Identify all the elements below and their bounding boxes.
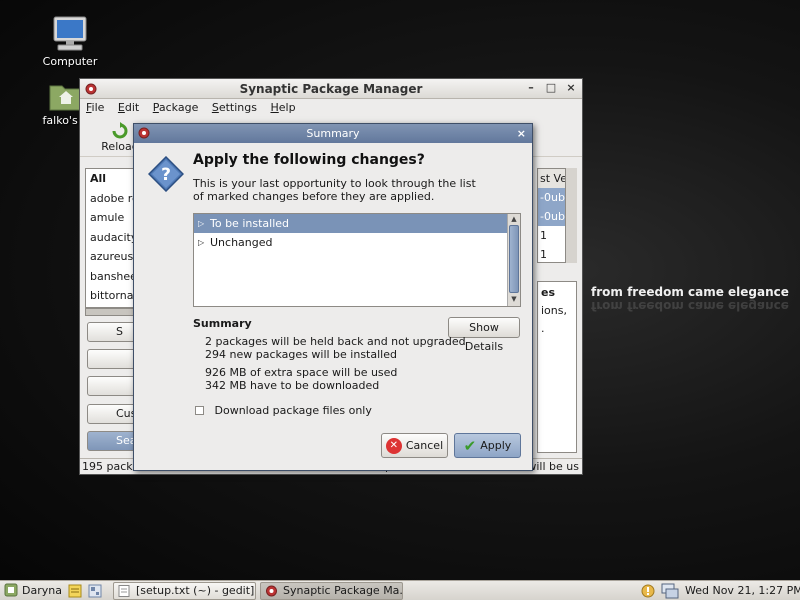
maximize-button[interactable]: □	[544, 81, 558, 95]
menu-help[interactable]: Help	[270, 101, 295, 114]
summary-download-size: 342 MB have to be downloaded	[205, 379, 380, 392]
filter-item[interactable]: azureus	[86, 247, 138, 267]
desktop-icon-computer[interactable]: Computer	[30, 15, 110, 68]
dialog-title: Summary	[306, 127, 360, 140]
filter-item[interactable]: adobe re	[86, 189, 138, 209]
menu-file[interactable]: File	[86, 101, 104, 114]
status-button[interactable]	[87, 349, 137, 369]
summary-heading: Summary	[193, 317, 252, 330]
task-label: [setup.txt (~) - gedit]	[136, 584, 255, 597]
synaptic-app-icon	[138, 127, 150, 139]
workspace-switcher-icon[interactable]	[88, 584, 102, 598]
description-panel: es ions, .	[537, 281, 577, 453]
reload-icon	[112, 122, 128, 139]
scroll-down-arrow-icon[interactable]: ▼	[508, 294, 520, 304]
cancel-icon: ✕	[385, 438, 402, 454]
apply-label: Apply	[480, 439, 512, 452]
description-line: .	[541, 322, 545, 335]
taskbar: Daryna [setup.txt (~) - gedit] Synaptic …	[0, 580, 800, 600]
close-button[interactable]: ×	[564, 81, 578, 95]
tree-row-label: To be installed	[210, 217, 289, 230]
summary-held-back: 2 packages will be held back and not upg…	[205, 335, 466, 348]
scroll-up-arrow-icon[interactable]: ▲	[508, 214, 520, 224]
computer-icon	[53, 16, 87, 51]
desktop-slogan-reflection: from freedom came elegance	[591, 299, 789, 313]
dialog-description: This is your last opportunity to look th…	[193, 177, 493, 203]
download-only-option[interactable]: Download package files only	[195, 404, 372, 417]
filter-item[interactable]: bittornad	[86, 286, 138, 306]
minimize-button[interactable]: –	[524, 81, 538, 95]
cancel-button[interactable]: ✕ Cancel	[381, 433, 448, 458]
window-title: Synaptic Package Manager	[239, 82, 423, 96]
cancel-label: Cancel	[405, 439, 444, 452]
filter-item[interactable]: audacity	[86, 228, 138, 248]
user-icon	[4, 583, 18, 597]
download-only-checkbox[interactable]	[195, 406, 204, 415]
description-line: ions,	[541, 304, 567, 317]
status-text-right: will be us	[527, 460, 579, 473]
task-gedit[interactable]: [setup.txt (~) - gedit]	[113, 582, 256, 600]
description-line: es	[541, 286, 556, 299]
status-text-left: 195 packa	[82, 460, 140, 473]
apply-button[interactable]: ✔ Apply	[454, 433, 521, 458]
svg-text:?: ?	[161, 165, 171, 185]
menu-settings[interactable]: Settings	[212, 101, 257, 114]
tree-row-to-be-installed[interactable]: ▷ To be installed	[194, 214, 507, 233]
search-results-button[interactable]: Sea	[87, 431, 137, 451]
filter-horizontal-scrollbar[interactable]	[85, 308, 139, 316]
download-only-label: Download package files only	[214, 404, 372, 417]
description-line-2: of marked changes before they are applie…	[193, 190, 435, 203]
window-titlebar[interactable]: Synaptic Package Manager – □ ×	[80, 79, 582, 99]
task-synaptic[interactable]: Synaptic Package Ma...	[260, 582, 403, 600]
dialog-close-button[interactable]: ×	[517, 124, 526, 143]
filter-item[interactable]: amule	[86, 208, 138, 228]
menu-edit[interactable]: Edit	[118, 101, 139, 114]
package-table-scrollbar[interactable]	[565, 168, 577, 263]
clock[interactable]: Wed Nov 21, 1:27 PM	[685, 583, 800, 599]
tree-scrollbar[interactable]: ▲ ▼	[507, 214, 520, 306]
network-icon[interactable]	[661, 583, 679, 599]
question-icon: ?	[148, 156, 184, 192]
summary-dialog: Summary × ? Apply the following changes?…	[133, 123, 533, 471]
filter-item[interactable]: banshee	[86, 267, 138, 287]
scrollbar-thumb[interactable]	[509, 225, 519, 293]
filter-item[interactable]: All	[86, 169, 138, 189]
filter-list: All adobe re amule audacity azureus bans…	[85, 168, 139, 308]
update-notifier-icon[interactable]	[640, 583, 656, 599]
sections-button[interactable]: S	[87, 322, 137, 342]
desktop-slogan: from freedom came elegance	[591, 285, 789, 299]
custom-filters-button[interactable]: Cus	[87, 404, 137, 424]
summary-new-packages: 294 new packages will be installed	[205, 348, 397, 361]
expander-icon[interactable]: ▷	[198, 214, 204, 233]
task-label: Synaptic Package Ma...	[283, 584, 403, 597]
menu-package[interactable]: Package	[153, 101, 199, 114]
changes-tree: ▷ To be installed ▷ Unchanged ▲ ▼	[193, 213, 521, 307]
dialog-heading: Apply the following changes?	[193, 152, 425, 168]
synaptic-app-icon	[266, 585, 277, 597]
tree-row-unchanged[interactable]: ▷ Unchanged	[194, 233, 507, 252]
description-line-1: This is your last opportunity to look th…	[193, 177, 476, 190]
origin-button[interactable]	[87, 376, 137, 396]
desktop-icon-label: Computer	[42, 55, 98, 68]
tree-row-label: Unchanged	[210, 236, 273, 249]
notes-launcher-icon[interactable]	[68, 584, 82, 598]
text-editor-icon	[118, 585, 130, 597]
expander-icon[interactable]: ▷	[198, 233, 204, 252]
checkmark-icon: ✔	[463, 437, 477, 455]
user-menu[interactable]: Daryna	[4, 583, 62, 599]
menubar: File Edit Package Settings Help	[80, 99, 582, 117]
summary-disk-space: 926 MB of extra space will be used	[205, 366, 398, 379]
synaptic-app-icon	[85, 83, 97, 95]
user-name: Daryna	[22, 584, 62, 597]
dialog-titlebar[interactable]: Summary ×	[134, 124, 532, 143]
